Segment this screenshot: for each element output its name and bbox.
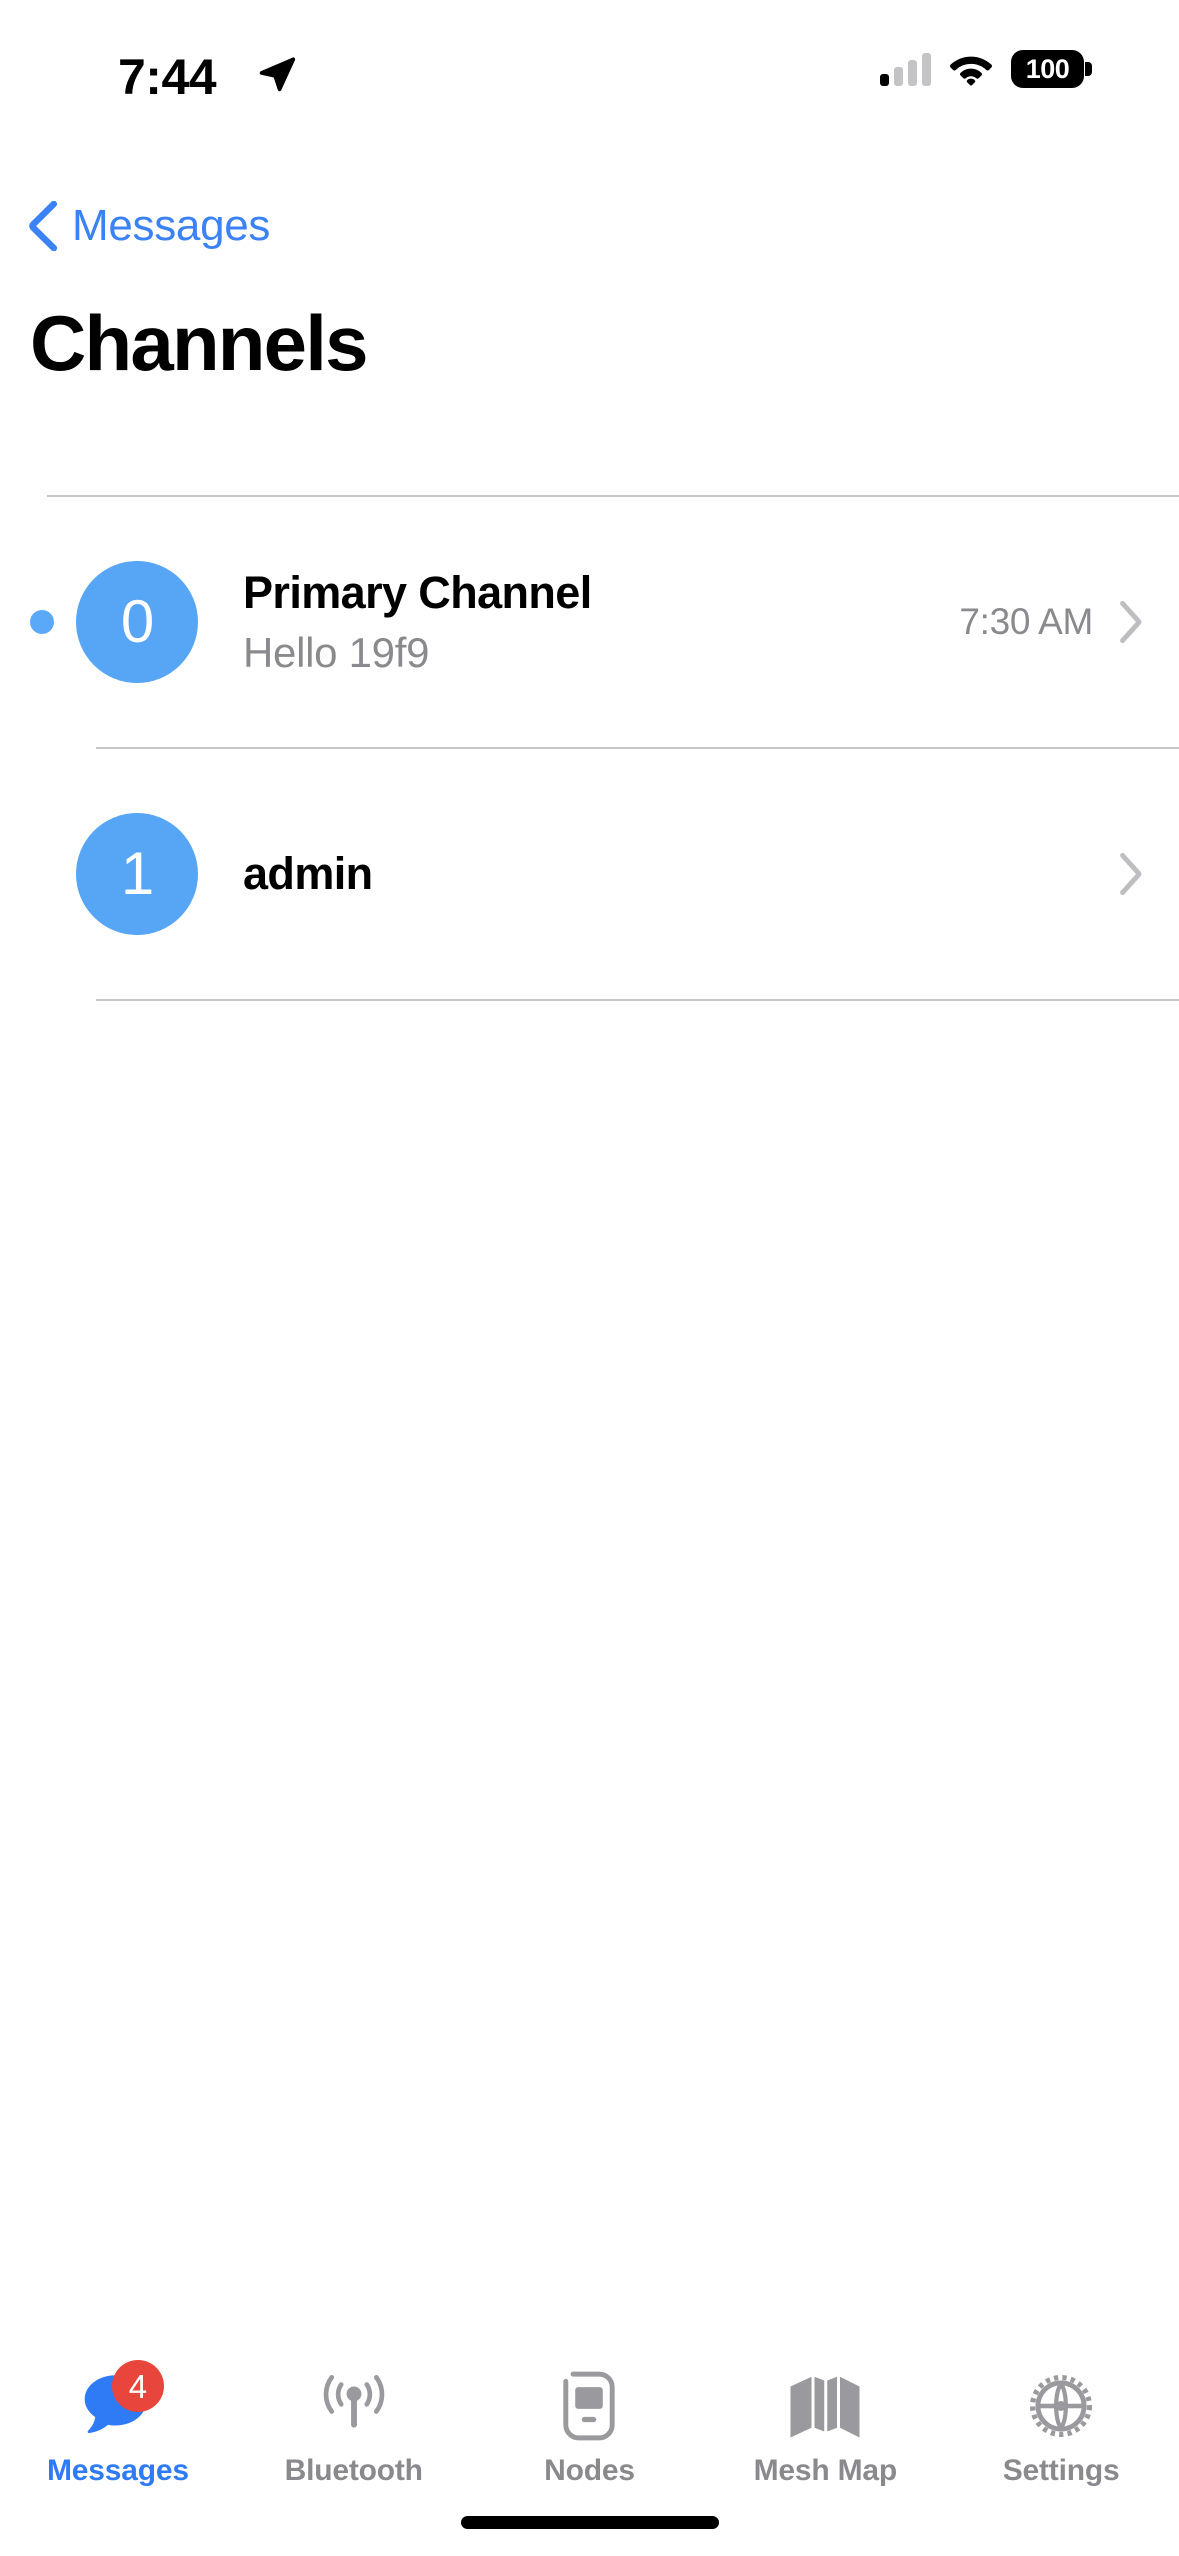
list-item-text: Primary Channel Hello 19f9 (243, 566, 959, 677)
tab-nodes-icon-wrap (541, 2364, 637, 2448)
back-button-label: Messages (72, 201, 271, 250)
status-bar-time: 7:44 (118, 49, 217, 105)
back-button[interactable]: Messages (26, 196, 270, 256)
location-arrow-icon (259, 57, 296, 92)
avatar: 0 (76, 561, 198, 683)
channel-name: Primary Channel (243, 566, 592, 618)
antenna-broadcast-icon (323, 2374, 384, 2428)
list-item-text: admin (243, 847, 1093, 899)
avatar: 1 (76, 813, 198, 935)
chevron-left-icon (29, 201, 58, 251)
tab-mesh-map-label: Mesh Map (753, 2454, 898, 2487)
channel-timestamp: 7:30 AM (959, 601, 1093, 642)
status-bar: 7:44 100 (0, 0, 1179, 110)
tab-bluetooth-label: Bluetooth (284, 2454, 423, 2487)
cellular-signal-icon (880, 52, 931, 86)
battery-full-icon: 100 (1011, 50, 1092, 88)
tab-mesh-map-icon-wrap (777, 2364, 873, 2448)
tab-messages[interactable]: 4 Messages (0, 2346, 236, 2556)
folded-map-icon (790, 2376, 860, 2438)
tab-messages-icon-wrap: 4 (70, 2360, 166, 2448)
gear-icon (1030, 2374, 1093, 2438)
status-bar-indicators: 100 (880, 48, 1092, 90)
tab-settings-label: Settings (1002, 2454, 1120, 2487)
unread-indicator-dot (30, 610, 54, 634)
messages-unread-badge: 4 (111, 2360, 164, 2412)
channel-index-label: 0 (120, 588, 154, 655)
channel-preview: Hello 19f9 (243, 629, 430, 677)
list-item[interactable]: 0 Primary Channel Hello 19f9 7:30 AM (0, 497, 1179, 747)
battery-percent-label: 100 (1025, 53, 1070, 84)
channel-index-label: 1 (120, 840, 154, 907)
channel-name: admin (243, 847, 373, 899)
list-item[interactable]: 1 admin (0, 749, 1179, 999)
tab-mesh-map[interactable]: Mesh Map (707, 2346, 943, 2556)
tab-nodes-label: Nodes (544, 2454, 635, 2487)
tab-bluetooth-icon-wrap (306, 2364, 402, 2448)
tab-messages-label: Messages (46, 2454, 189, 2487)
tab-settings-icon-wrap (1013, 2364, 1109, 2448)
chevron-right-icon (1120, 853, 1142, 895)
channels-screen: 7:44 100 Messages Channels 0 Primary Cha… (0, 0, 1179, 2556)
wifi-icon (950, 56, 992, 86)
page-title: Channels (30, 299, 368, 387)
list-separator-bottom (96, 999, 1179, 1001)
tab-bluetooth[interactable]: Bluetooth (236, 2346, 472, 2556)
home-indicator (460, 2516, 719, 2529)
channel-list: 0 Primary Channel Hello 19f9 7:30 AM 1 a… (0, 495, 1179, 1001)
mobile-device-icon (563, 2371, 616, 2441)
chevron-right-icon (1120, 601, 1142, 643)
tab-settings[interactable]: Settings (943, 2346, 1179, 2556)
